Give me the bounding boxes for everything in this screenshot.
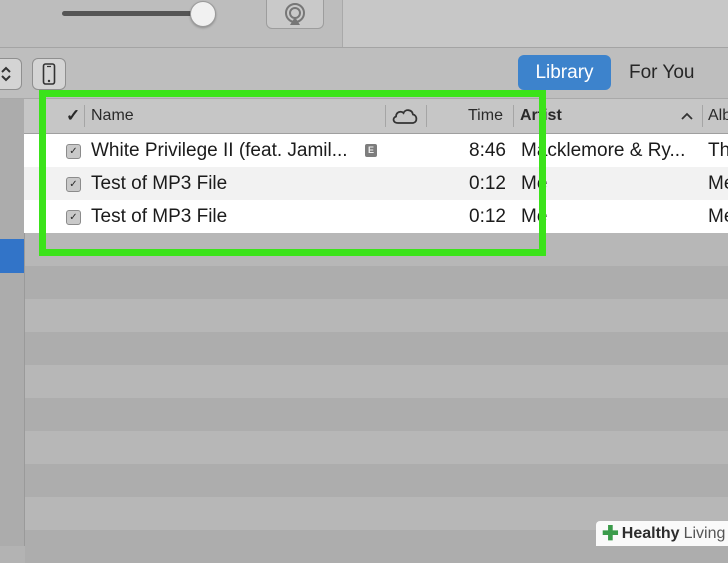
song-album: Me xyxy=(708,205,728,227)
empty-row xyxy=(25,332,728,365)
song-artist: Me xyxy=(521,172,548,194)
watermark: ✚ Healthy Living xyxy=(596,521,728,546)
tab-for-you[interactable]: For You xyxy=(620,55,728,90)
cloud-column-header[interactable] xyxy=(390,99,420,133)
device-button[interactable] xyxy=(32,58,66,90)
song-album: Me xyxy=(708,172,728,194)
sort-ascending-indicator[interactable] xyxy=(681,99,693,133)
time-column-header[interactable]: Time xyxy=(468,99,503,133)
song-name: Test of MP3 File xyxy=(91,172,228,194)
song-table-header: ✓ Name Time Artist Alb xyxy=(24,99,728,134)
check-column-header[interactable]: ✓ xyxy=(66,99,80,133)
empty-row xyxy=(25,365,728,398)
status-panel xyxy=(342,0,728,47)
song-name: Test of MP3 File xyxy=(91,205,228,227)
tab-library[interactable]: Library xyxy=(518,55,611,90)
column-divider xyxy=(426,105,427,127)
plus-icon: ✚ xyxy=(602,523,619,545)
sidebar xyxy=(0,99,25,546)
airplay-button[interactable] xyxy=(266,0,324,29)
table-row[interactable]: ✓ Test of MP3 File 0:12 Me Me xyxy=(24,200,728,233)
table-row[interactable]: ✓ White Privilege II (feat. Jamil... E 8… xyxy=(24,134,728,167)
column-divider xyxy=(385,105,386,127)
nav-toolbar xyxy=(0,48,728,99)
column-divider xyxy=(513,105,514,127)
volume-slider[interactable] xyxy=(62,11,202,16)
empty-row xyxy=(25,431,728,464)
empty-row xyxy=(25,233,728,266)
media-picker-stepper[interactable] xyxy=(0,58,22,90)
song-album: Th xyxy=(708,139,728,161)
airplay-icon xyxy=(285,3,305,25)
song-checkbox[interactable]: ✓ xyxy=(66,144,81,159)
watermark-word: Living xyxy=(683,524,726,542)
empty-row xyxy=(25,464,728,497)
watermark-word: Healthy xyxy=(621,524,680,542)
iphone-icon xyxy=(42,63,56,85)
volume-knob[interactable] xyxy=(190,1,216,27)
artist-column-header[interactable]: Artist xyxy=(520,99,562,133)
empty-row xyxy=(25,266,728,299)
song-time: 0:12 xyxy=(469,172,506,194)
song-time: 0:12 xyxy=(469,205,506,227)
song-name: White Privilege II (feat. Jamil... xyxy=(91,139,348,161)
explicit-badge: E xyxy=(365,144,377,157)
song-time: 8:46 xyxy=(469,139,506,161)
song-checkbox[interactable]: ✓ xyxy=(66,177,81,192)
chevron-up-icon xyxy=(681,112,693,120)
chevron-updown-icon xyxy=(1,66,11,82)
song-artist: Macklemore & Ry... xyxy=(521,139,686,161)
table-row[interactable]: ✓ Test of MP3 File 0:12 Me Me xyxy=(24,167,728,200)
sidebar-selected-item[interactable] xyxy=(0,239,24,273)
empty-row xyxy=(25,398,728,431)
album-column-header[interactable]: Alb xyxy=(708,99,728,133)
column-divider xyxy=(702,105,703,127)
top-toolbar xyxy=(0,0,728,48)
name-column-header[interactable]: Name xyxy=(91,99,134,133)
song-artist: Me xyxy=(521,205,548,227)
column-divider xyxy=(84,105,85,127)
empty-row xyxy=(25,299,728,332)
song-checkbox[interactable]: ✓ xyxy=(66,210,81,225)
cloud-icon xyxy=(392,109,418,124)
